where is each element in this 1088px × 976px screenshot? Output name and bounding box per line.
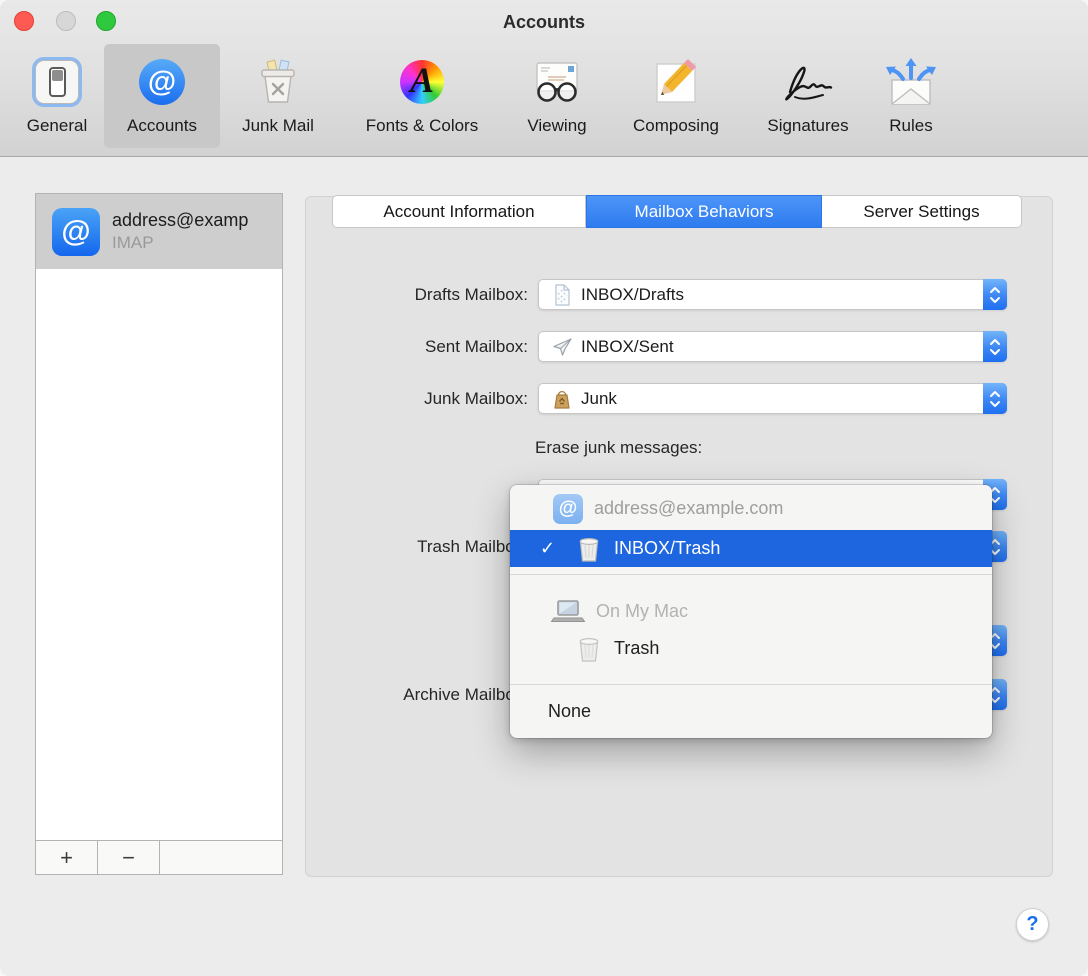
archive-mailbox-label: Archive Mailbox: [328, 684, 528, 706]
rules-envelope-icon [884, 57, 938, 107]
help-button[interactable]: ? [1016, 908, 1049, 941]
menu-item-label: On My Mac [596, 593, 688, 629]
menu-item-on-my-mac: On My Mac [510, 593, 992, 629]
junk-mailbox-label: Junk Mailbox: [328, 388, 528, 410]
junk-basket-icon [255, 59, 301, 105]
drafts-mailbox-label: Drafts Mailbox: [328, 284, 528, 306]
menu-item-account-header: @ address@example.com [510, 487, 992, 530]
fonts-colors-icon: A [400, 60, 444, 104]
sent-mailbox-label: Sent Mailbox: [328, 336, 528, 358]
toolbar-item-label: Viewing [513, 116, 601, 136]
account-at-icon: @ [553, 494, 583, 524]
remove-account-button[interactable]: − [98, 841, 160, 874]
accounts-list: @ address@examp IMAP + − [35, 193, 283, 875]
tab-account-information[interactable]: Account Information [332, 195, 586, 228]
toolbar-item-label: Fonts & Colors [343, 116, 501, 136]
toolbar-item-label: Junk Mail [231, 116, 325, 136]
menu-separator [510, 684, 992, 685]
preferences-window: Accounts General @ Accounts Junk Mail [0, 0, 1088, 976]
menu-item-label: None [548, 688, 591, 734]
menu-item-none[interactable]: None [510, 688, 992, 734]
tab-mailbox-behaviors[interactable]: Mailbox Behaviors [586, 195, 822, 228]
toolbar-item-label: Composing [612, 116, 740, 136]
general-switch-icon [35, 60, 79, 104]
trash-mailbox-label: Trash Mailbox: [328, 536, 528, 558]
popup-value: Junk [581, 384, 617, 413]
menu-item-label: Trash [614, 629, 659, 667]
toolbar-item-general[interactable]: General [14, 50, 100, 136]
toolbar-item-label: Rules [878, 116, 944, 136]
trash-can-icon [576, 635, 602, 663]
trash-mailbox-menu: @ address@example.com ✓ INBOX/Trash [510, 485, 992, 738]
window-header: Accounts General @ Accounts Junk Mail [0, 0, 1088, 157]
toolbar-item-rules[interactable]: Rules [878, 50, 944, 136]
computer-icon [550, 600, 586, 624]
add-account-button[interactable]: + [36, 841, 98, 874]
toolbar-item-label: General [14, 116, 100, 136]
toolbar-item-accounts[interactable]: @ Accounts [104, 50, 220, 136]
toolbar-item-viewing[interactable]: Viewing [513, 50, 601, 136]
menu-item-inbox-trash[interactable]: ✓ INBOX/Trash [510, 530, 992, 567]
account-at-icon: @ [52, 208, 100, 256]
account-type: IMAP [112, 233, 248, 253]
junk-mailbox-popup[interactable]: Junk [538, 383, 1007, 414]
menu-item-label: INBOX/Trash [614, 530, 720, 567]
menu-item-trash[interactable]: Trash [510, 629, 992, 667]
stepper-icon[interactable] [983, 279, 1007, 310]
popup-value: INBOX/Drafts [581, 280, 684, 309]
toolbar-item-label: Signatures [749, 116, 867, 136]
toolbar-item-junk-mail[interactable]: Junk Mail [231, 50, 325, 136]
accounts-at-icon: @ [139, 59, 185, 105]
stepper-icon[interactable] [983, 383, 1007, 414]
accounts-list-footer: + − [36, 840, 282, 874]
account-list-item[interactable]: @ address@examp IMAP [36, 194, 282, 269]
erase-junk-label: Erase junk messages: [535, 437, 702, 459]
drafts-doc-icon [552, 284, 572, 306]
popup-value: INBOX/Sent [581, 332, 674, 361]
checkmark-icon: ✓ [540, 530, 555, 567]
signature-icon [777, 60, 839, 104]
menu-separator [510, 574, 992, 575]
trash-can-icon [576, 535, 602, 563]
menu-item-label: address@example.com [594, 487, 783, 530]
toolbar-item-fonts-colors[interactable]: A Fonts & Colors [343, 50, 501, 136]
toolbar-item-signatures[interactable]: Signatures [749, 50, 867, 136]
tab-server-settings[interactable]: Server Settings [822, 195, 1022, 228]
stepper-icon[interactable] [983, 331, 1007, 362]
toolbar-item-label: Accounts [104, 116, 220, 136]
drafts-mailbox-popup[interactable]: INBOX/Drafts [538, 279, 1007, 310]
viewing-glasses-icon [530, 59, 584, 105]
junk-bag-icon [551, 388, 573, 410]
footer-spacer [160, 841, 282, 874]
sent-mailbox-popup[interactable]: INBOX/Sent [538, 331, 1007, 362]
compose-pencil-icon [653, 59, 699, 105]
sent-plane-icon [551, 336, 573, 358]
account-name: address@examp [112, 210, 248, 231]
window-title: Accounts [0, 0, 1088, 45]
toolbar-item-composing[interactable]: Composing [612, 50, 740, 136]
